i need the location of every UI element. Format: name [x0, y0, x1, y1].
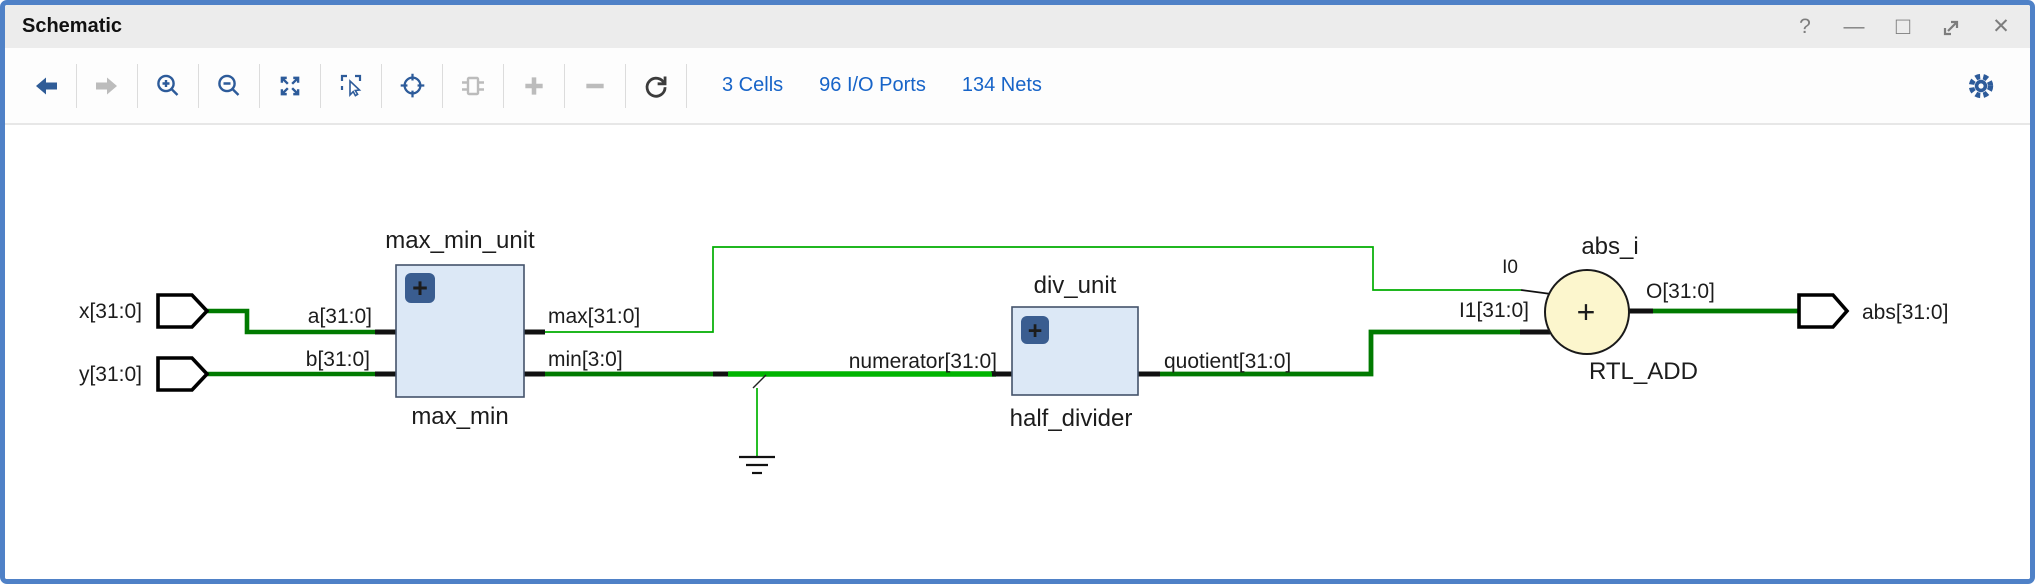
minus-icon: [582, 73, 608, 99]
pin-label-o: O[31:0]: [1646, 280, 1715, 303]
schematic-drawing: + + + x[31:0] y[31:0] max_min_unit max_m…: [5, 125, 2030, 579]
ground-symbol[interactable]: [739, 457, 775, 473]
schematic-window: Schematic ? — □ ✕: [0, 0, 2035, 584]
float-arrow-icon: [1941, 16, 1963, 38]
bus-ripper-tick: [753, 375, 766, 388]
expand-plus-icon: +: [1028, 317, 1043, 345]
toolbar-separator: [259, 64, 260, 108]
expand-plus-icon: +: [412, 273, 428, 303]
zoom-fit-button[interactable]: [269, 64, 311, 108]
settings-wrap: [1960, 64, 2002, 108]
zoom-out-icon: [216, 73, 242, 99]
instance-label-max-min-unit: max_min_unit: [385, 227, 535, 254]
forward-arrow-icon: [94, 74, 120, 98]
toolbar-separator: [198, 64, 199, 108]
toolbar-separator: [137, 64, 138, 108]
pin-label-i1: I1[31:0]: [1459, 299, 1529, 322]
pin-label-i0: I0: [1502, 257, 1518, 278]
instance-label-abs-i: abs_i: [1581, 233, 1638, 260]
refresh-icon: [643, 72, 670, 99]
window-controls: ? — □ ✕: [1794, 15, 2012, 39]
zoom-in-icon: [155, 73, 181, 99]
port-label-abs: abs[31:0]: [1862, 301, 1948, 324]
toolbar-separator: [686, 64, 687, 108]
instance-label-div-unit: div_unit: [1034, 272, 1117, 299]
pin-label-a: a[31:0]: [308, 305, 372, 328]
schematic-canvas[interactable]: + + + x[31:0] y[31:0] max_min_unit max_m…: [5, 125, 2030, 579]
pin-label-max: max[31:0]: [548, 305, 640, 328]
cells-count: 3 Cells: [722, 74, 783, 97]
pin-label-b: b[31:0]: [306, 348, 370, 371]
pin-label-min: min[3:0]: [548, 348, 623, 371]
zoom-out-button[interactable]: [208, 64, 250, 108]
toolbar-stats: 3 Cells 96 I/O Ports 134 Nets: [722, 74, 1042, 97]
port-label-y: y[31:0]: [79, 363, 142, 386]
toolbar-separator: [503, 64, 504, 108]
toolbar-separator: [76, 64, 77, 108]
toolbar-separator: [625, 64, 626, 108]
toolbar: 3 Cells 96 I/O Ports 134 Nets: [5, 48, 2030, 125]
zoom-fit-icon: [277, 73, 303, 99]
collapse-selection-button[interactable]: [574, 64, 616, 108]
back-arrow-icon: [33, 74, 59, 98]
output-port-abs[interactable]: [1799, 295, 1847, 327]
gear-icon: [1966, 71, 1996, 101]
toolbar-separator: [564, 64, 565, 108]
forward-button[interactable]: [86, 64, 128, 108]
settings-button[interactable]: [1960, 64, 2002, 108]
float-restore-icon[interactable]: [1941, 15, 1963, 39]
window-title: Schematic: [22, 15, 122, 38]
toolbar-separator: [320, 64, 321, 108]
zoom-to-selection-button[interactable]: [330, 64, 372, 108]
zoom-in-button[interactable]: [147, 64, 189, 108]
cell-chip-icon: [459, 73, 487, 99]
toolbar-separator: [381, 64, 382, 108]
expand-button-max-min[interactable]: +: [405, 273, 435, 303]
expand-button-div-unit[interactable]: +: [1021, 316, 1049, 345]
i0-pin-line: [1521, 290, 1551, 294]
help-icon[interactable]: ?: [1794, 15, 1816, 39]
autofit-selection-button[interactable]: [391, 64, 433, 108]
pin-label-numerator: numerator[31:0]: [849, 350, 997, 373]
zoom-selection-icon: [338, 72, 365, 99]
crosshair-icon: [399, 72, 426, 99]
maximize-icon[interactable]: □: [1892, 15, 1914, 39]
input-port-y[interactable]: [158, 358, 207, 390]
titlebar: Schematic ? — □ ✕: [5, 5, 2030, 48]
port-label-x: x[31:0]: [79, 300, 142, 323]
pin-label-quotient: quotient[31:0]: [1164, 350, 1291, 373]
regenerate-layout-button[interactable]: [635, 64, 677, 108]
adder-operator: +: [1577, 294, 1596, 330]
close-icon[interactable]: ✕: [1990, 15, 2012, 39]
plus-icon: [521, 73, 547, 99]
module-label-rtl-add: RTL_ADD: [1589, 358, 1698, 385]
module-label-max-min: max_min: [411, 403, 508, 430]
input-port-x[interactable]: [158, 295, 207, 327]
toolbar-separator: [442, 64, 443, 108]
toggle-autofit-button[interactable]: [452, 64, 494, 108]
nets-count: 134 Nets: [962, 74, 1042, 97]
back-button[interactable]: [25, 64, 67, 108]
expand-selection-button[interactable]: [513, 64, 555, 108]
minimize-icon[interactable]: —: [1843, 15, 1865, 39]
io-ports-count: 96 I/O Ports: [819, 74, 926, 97]
module-label-half-divider: half_divider: [1010, 405, 1133, 432]
